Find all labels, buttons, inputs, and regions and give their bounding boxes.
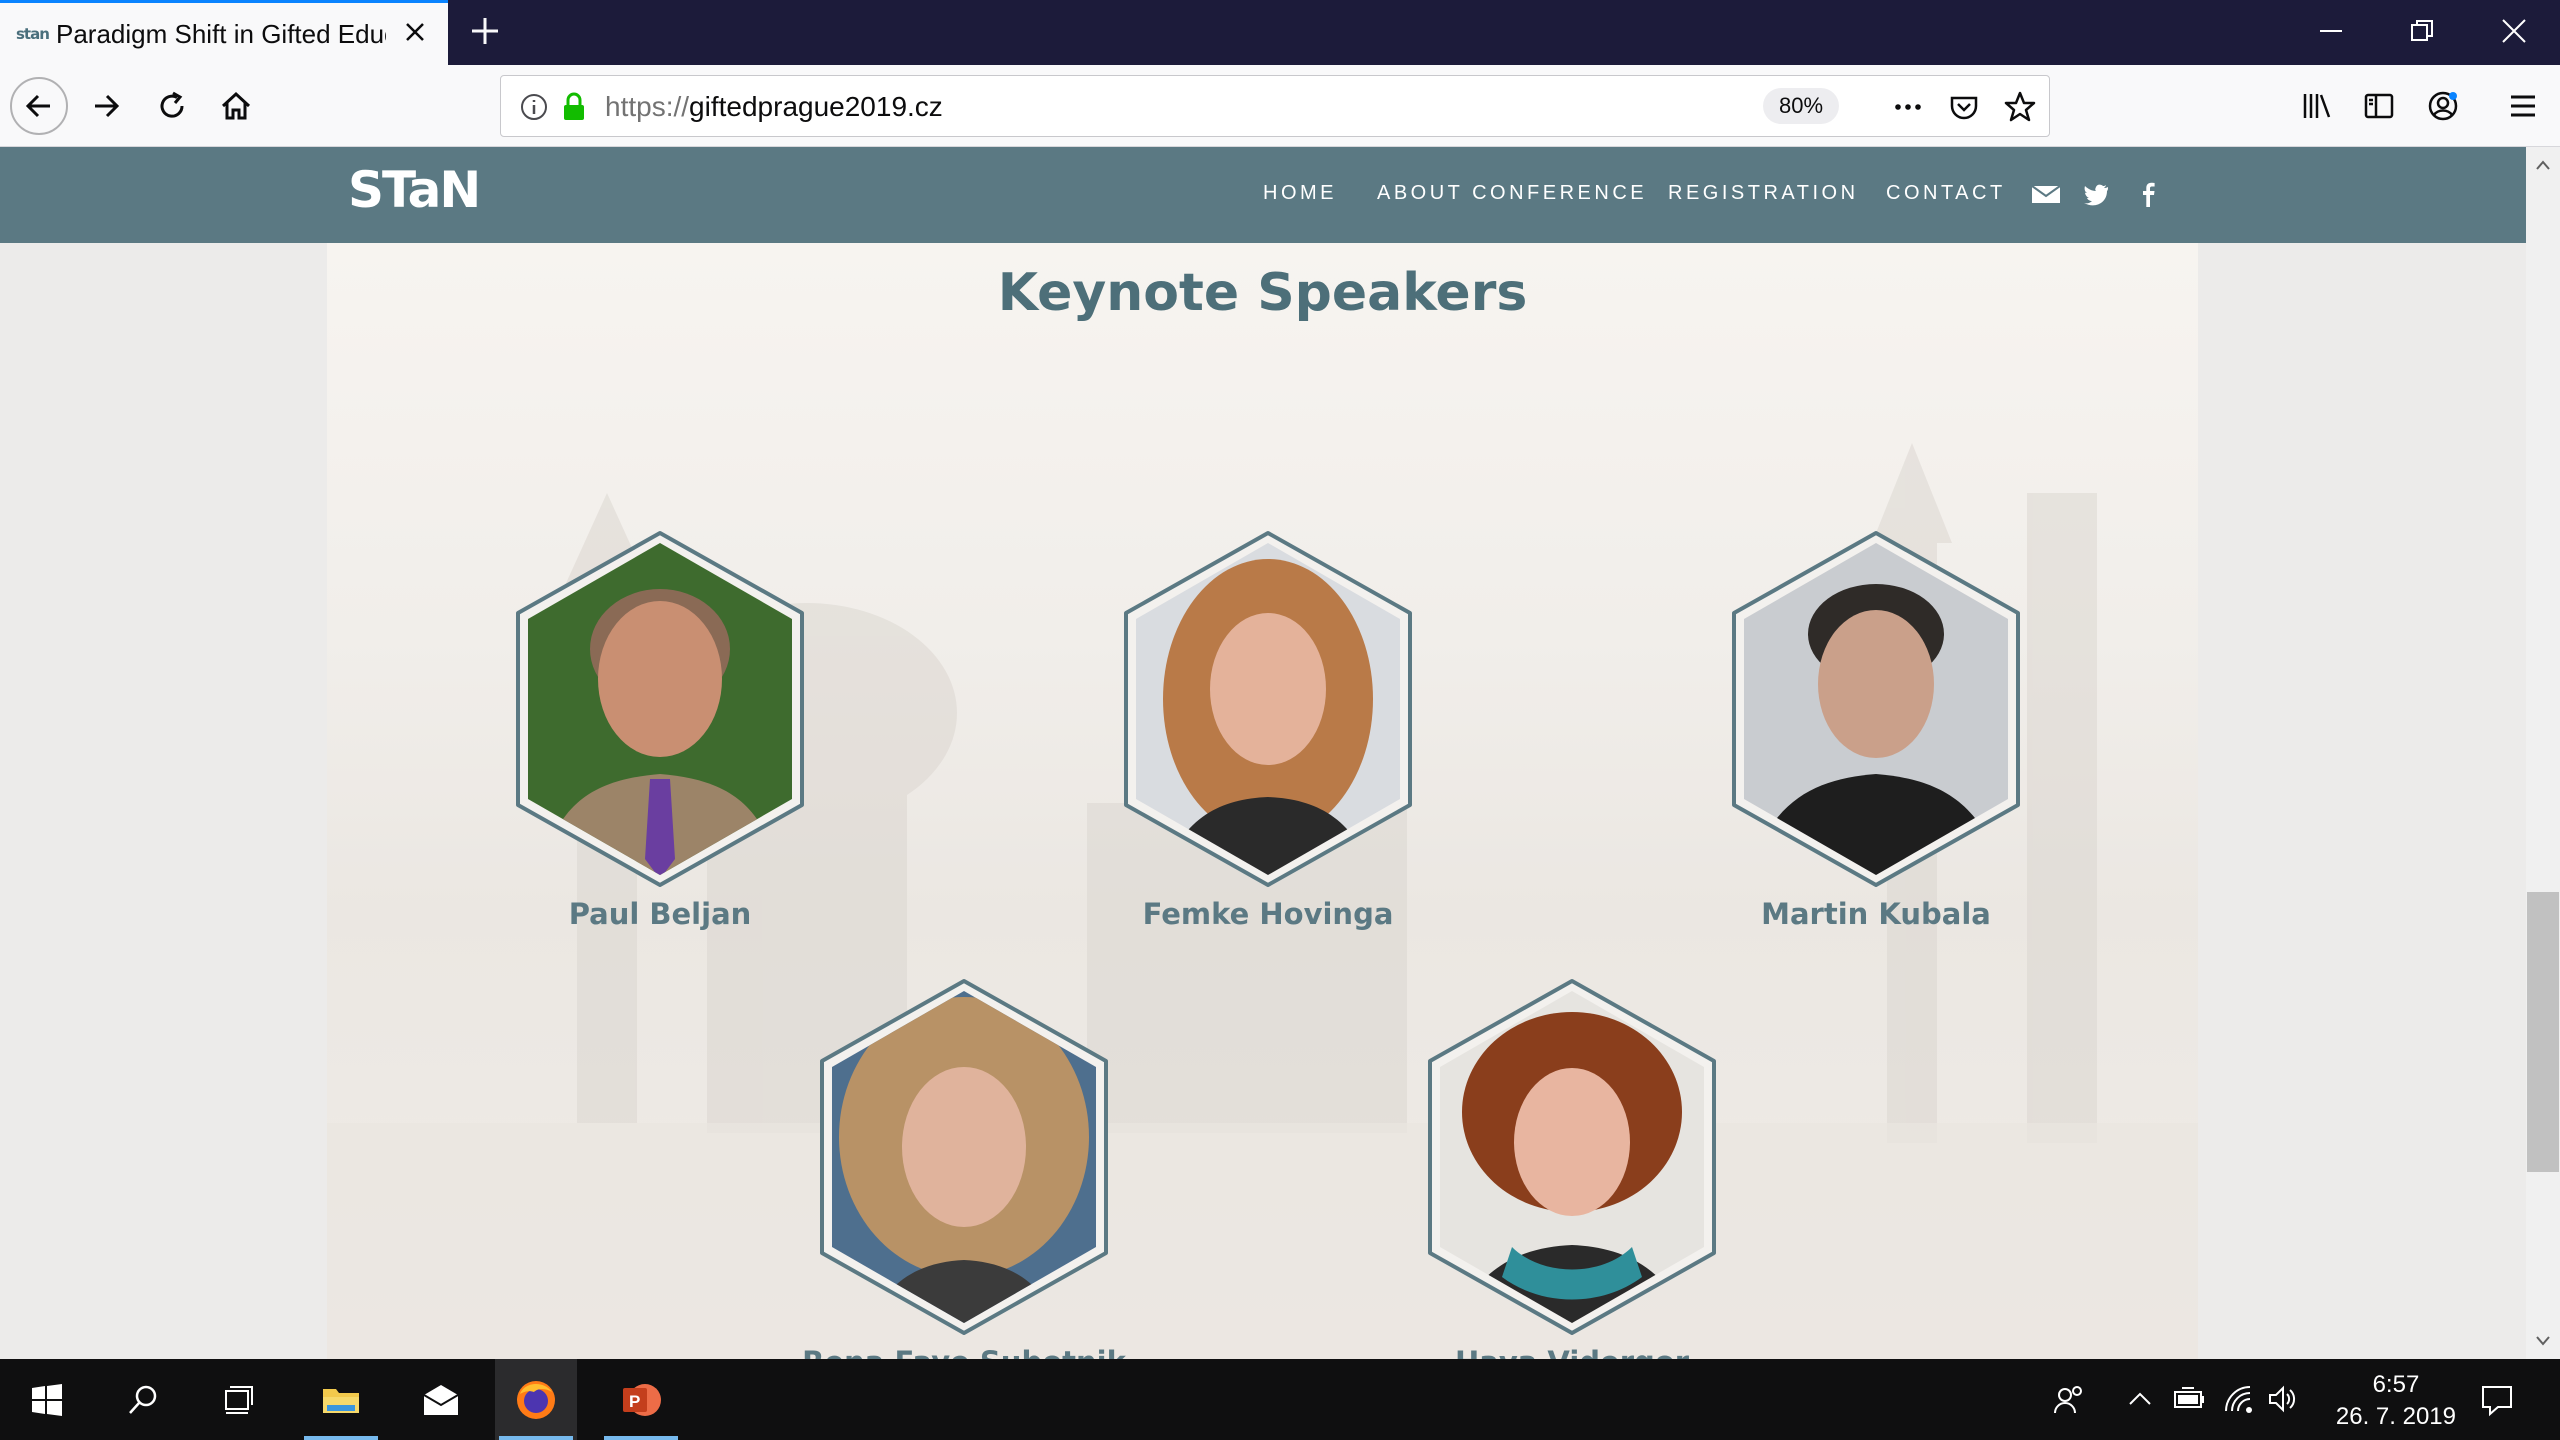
browser-tab[interactable]: stan Paradigm Shift in Gifted Educat (0, 0, 448, 65)
mail-button[interactable] (400, 1359, 482, 1440)
menu-home[interactable]: HOME (1263, 182, 1337, 205)
speaker-name[interactable]: Hava Vidergor (1312, 1345, 1832, 1359)
library-icon[interactable] (2300, 89, 2334, 123)
home-icon (221, 91, 251, 120)
home-button[interactable] (214, 84, 258, 128)
svg-text:P: P (629, 1392, 640, 1411)
page-scrollbar[interactable] (2526, 147, 2560, 1359)
reload-icon (160, 91, 184, 118)
firefox-icon (517, 1380, 555, 1419)
minimize-icon[interactable] (2314, 14, 2348, 48)
speaker-card[interactable]: Paul Beljan (500, 529, 820, 931)
close-icon[interactable] (402, 19, 428, 45)
file-explorer-button[interactable] (300, 1359, 382, 1440)
twitter-icon[interactable] (2081, 179, 2111, 209)
speaker-portrait[interactable] (804, 977, 1124, 1337)
facebook-icon[interactable] (2133, 179, 2163, 209)
clock-time: 6:57 (2372, 1371, 2420, 1398)
windows-start-icon (32, 1383, 62, 1416)
web-page: STaN HOME ABOUT CONFERENCE REGISTRATION … (0, 147, 2526, 1359)
speaker-portrait[interactable] (500, 529, 820, 889)
email-icon[interactable] (2031, 179, 2061, 209)
speaker-portrait[interactable] (1412, 977, 1732, 1337)
speaker-name[interactable]: Martin Kubala (1616, 897, 2136, 931)
windows-start-button[interactable] (6, 1359, 88, 1440)
task-view-icon (225, 1385, 253, 1414)
back-icon (25, 94, 50, 118)
system-clock[interactable]: 6:57 26. 7. 2019 (2336, 1369, 2456, 1433)
menu-about-conference[interactable]: ABOUT CONFERENCE (1377, 182, 1647, 205)
scroll-thumb[interactable] (2527, 892, 2559, 1172)
task-view-button[interactable] (198, 1359, 280, 1440)
speakers-section: Keynote Speakers Paul Beljan Femke Hovin… (327, 243, 2198, 1359)
reload-button[interactable] (150, 84, 194, 128)
lock-icon[interactable] (557, 90, 591, 124)
speaker-portrait[interactable] (1108, 529, 1428, 889)
taskbar: P 6:57 26. 7. 2019 (0, 1359, 2560, 1440)
url-text[interactable]: https://giftedprague2019.cz (605, 91, 943, 123)
scroll-up-icon[interactable] (2535, 159, 2551, 171)
back-button[interactable] (10, 77, 68, 135)
navigation-toolbar: https://giftedprague2019.cz 80% (0, 65, 2560, 147)
star-icon[interactable] (2003, 90, 2037, 124)
speaker-name[interactable]: Femke Hovinga (1008, 897, 1528, 931)
speaker-name[interactable]: Paul Beljan (400, 897, 920, 931)
powerpoint-icon: P (623, 1383, 661, 1416)
pocket-icon[interactable] (1947, 90, 1981, 124)
speaker-card[interactable]: Femke Hovinga (1108, 529, 1428, 931)
forward-icon (95, 94, 120, 118)
site-header: STaN HOME ABOUT CONFERENCE REGISTRATION … (0, 147, 2526, 243)
menu-contact[interactable]: CONTACT (1886, 182, 2006, 205)
url-bar[interactable]: https://giftedprague2019.cz 80% (500, 75, 2050, 137)
file-explorer-icon (323, 1388, 359, 1413)
more-icon[interactable] (1891, 90, 1925, 124)
account-icon[interactable] (2426, 89, 2460, 123)
search-icon (129, 1385, 157, 1414)
site-logo[interactable]: STaN (348, 161, 481, 219)
speaker-name[interactable]: Rena Faye Subotnik (704, 1345, 1224, 1359)
forward-button[interactable] (84, 84, 128, 128)
tab-favicon: stan (16, 25, 50, 43)
speaker-card[interactable]: Martin Kubala (1716, 529, 2036, 931)
volume-icon[interactable] (2266, 1383, 2298, 1415)
menu-registration[interactable]: REGISTRATION (1668, 182, 1859, 205)
sidebar-icon[interactable] (2362, 89, 2396, 123)
wifi-icon[interactable] (2222, 1383, 2254, 1415)
zoom-level[interactable]: 80% (1763, 88, 1840, 124)
chevron-up-icon[interactable] (2126, 1385, 2154, 1413)
restore-icon[interactable] (2405, 14, 2439, 48)
battery-icon[interactable] (2172, 1385, 2206, 1413)
scroll-down-icon[interactable] (2535, 1335, 2551, 1347)
mail-icon (423, 1384, 459, 1415)
speaker-portrait[interactable] (1716, 529, 2036, 889)
menu-icon[interactable] (2506, 89, 2540, 123)
speaker-card[interactable]: Hava Vidergor (1412, 977, 1732, 1359)
new-tab-icon[interactable] (468, 14, 502, 48)
window-close-icon[interactable] (2497, 14, 2531, 48)
section-title: Keynote Speakers (997, 263, 1528, 323)
info-icon[interactable] (517, 90, 551, 124)
speaker-card[interactable]: Rena Faye Subotnik (802, 977, 1126, 1359)
tab-title: Paradigm Shift in Gifted Educat (56, 18, 386, 49)
notifications-icon[interactable] (2478, 1381, 2516, 1419)
search-button[interactable] (102, 1359, 184, 1440)
powerpoint-button[interactable]: P (600, 1359, 682, 1440)
people-icon[interactable] (2052, 1383, 2086, 1417)
clock-date: 26. 7. 2019 (2335, 1403, 2456, 1430)
tab-strip: stan Paradigm Shift in Gifted Educat (0, 0, 2560, 65)
firefox-button[interactable] (495, 1359, 577, 1440)
